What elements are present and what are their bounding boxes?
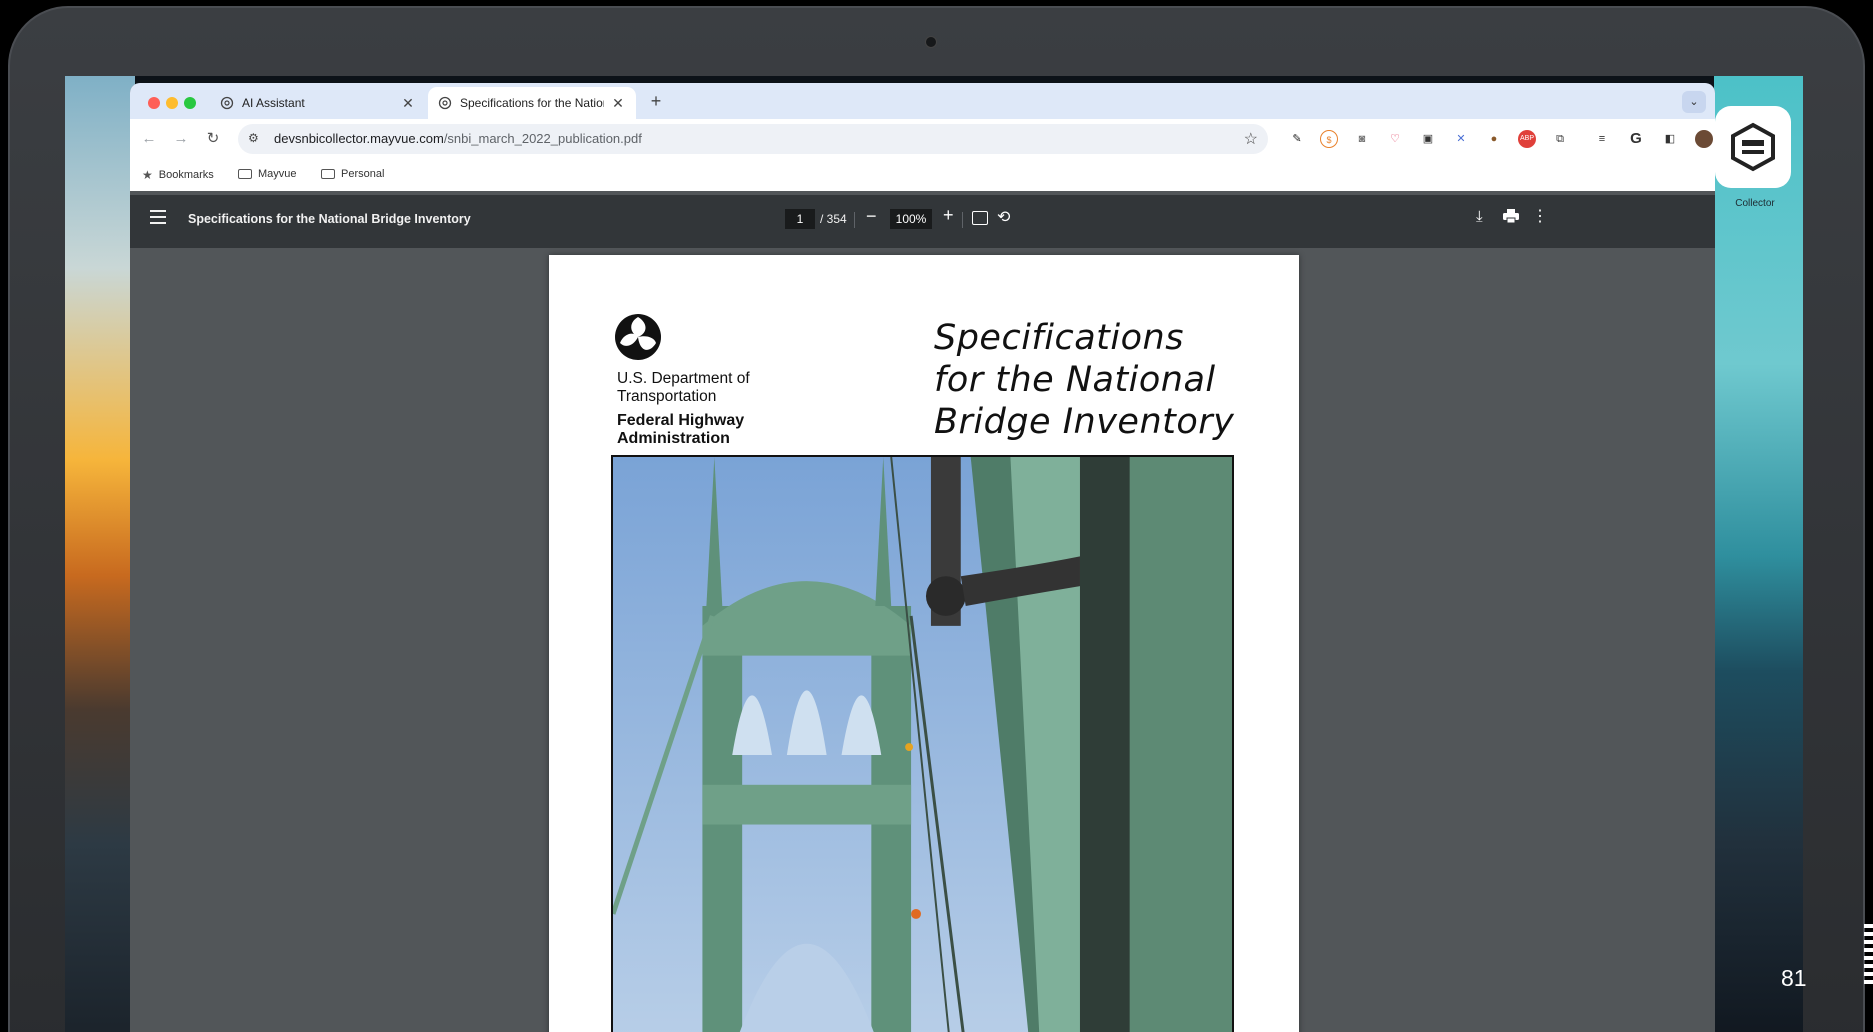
title-line: Bridge Inventory (934, 402, 1235, 442)
bookmarks-bar: ★ Bookmarks Mayvue Personal (130, 159, 1715, 191)
edge-stripe-mark (1864, 924, 1873, 986)
reload-icon[interactable]: ↻ (202, 128, 224, 150)
bookmark-label: Personal (341, 168, 385, 180)
url-text[interactable]: devsnbicollector.mayvue.com/snbi_march_2… (274, 131, 642, 146)
zoom-level-input[interactable]: 100% (890, 209, 932, 229)
minimize-window-button[interactable] (166, 97, 178, 109)
bookmark-star-icon[interactable]: ☆ (1244, 129, 1258, 149)
toolbar-divider (962, 212, 963, 228)
wallpaper-right (1714, 76, 1803, 1032)
zoom-in-icon[interactable]: + (943, 205, 954, 226)
fit-to-page-icon[interactable] (972, 211, 988, 225)
download-icon[interactable]: ⤓ (1476, 208, 1483, 225)
url-host: devsnbicollector.mayvue.com (274, 131, 444, 146)
close-window-button[interactable] (148, 97, 160, 109)
picture-in-picture-icon[interactable]: ▣ (1419, 130, 1437, 148)
url-path: /snbi_march_2022_publication.pdf (443, 131, 642, 146)
back-arrow-icon[interactable]: ← (138, 128, 160, 150)
close-tab-icon[interactable]: ✕ (400, 95, 416, 112)
address-bar[interactable]: ⚙ devsnbicollector.mayvue.com/snbi_march… (238, 124, 1268, 154)
bookmark-folder-personal[interactable]: Personal (321, 168, 384, 180)
rotate-icon[interactable]: ⟲ (997, 207, 1010, 227)
bookmark-label: Mayvue (258, 168, 297, 180)
pocket-icon[interactable]: ♡ (1386, 130, 1404, 148)
title-line: for the National (934, 360, 1216, 400)
dot-tri-star-logo-icon (615, 314, 661, 360)
pdf-page: U.S. Department of Transportation Federa… (549, 255, 1299, 1032)
extensions-puzzle-icon[interactable]: ⧉ (1551, 130, 1569, 148)
orange-extension-icon[interactable]: $ (1320, 130, 1338, 148)
tab-label: AI Assistant (242, 96, 305, 110)
page-number-input[interactable]: 1 (785, 209, 815, 229)
pen-extension-icon[interactable]: ✎ (1288, 130, 1306, 148)
more-options-icon[interactable]: ⋮ (1532, 206, 1548, 226)
collector-logo-icon (1731, 122, 1775, 172)
tab-specifications[interactable]: Specifications for the National Bridge I… (428, 87, 636, 119)
side-panel-icon[interactable]: ◧ (1661, 130, 1679, 148)
tab-search-chevron-icon[interactable]: ⌄ (1682, 91, 1706, 113)
slide-number: 81 (1781, 965, 1807, 991)
browser-window: AI Assistant ✕ Specifications for the Na… (130, 83, 1715, 1032)
star-icon: ★ (142, 168, 153, 182)
bridge-illustration (613, 457, 1232, 1032)
cookie-icon[interactable]: ● (1485, 130, 1503, 148)
bookmarks-item[interactable]: ★ Bookmarks (142, 168, 214, 182)
profile-avatar[interactable] (1695, 130, 1713, 148)
zoom-out-icon[interactable]: − (866, 206, 877, 227)
print-icon[interactable] (1503, 209, 1519, 223)
close-tab-icon[interactable]: ✕ (610, 95, 626, 112)
bookmark-label: Bookmarks (158, 169, 214, 181)
maximize-window-button[interactable] (184, 97, 196, 109)
hamburger-menu-icon[interactable] (150, 210, 166, 224)
page-total: / 354 (820, 212, 847, 226)
new-tab-button[interactable]: + (646, 91, 666, 112)
title-line: Specifications (934, 318, 1184, 358)
agency-name: Federal Highway Administration (617, 412, 745, 447)
toolbar-divider (854, 212, 855, 228)
camera-dot (925, 36, 937, 48)
google-icon[interactable]: G (1627, 130, 1645, 148)
pdf-title: Specifications for the National Bridge I… (188, 212, 471, 226)
openai-icon (438, 96, 452, 110)
bookmark-folder-mayvue[interactable]: Mayvue (238, 168, 297, 180)
folder-icon (321, 169, 335, 179)
wallpaper-left (65, 76, 135, 1032)
x-extension-icon[interactable]: ✕ (1452, 130, 1470, 148)
tab-label: Specifications for the National Bridge I… (460, 96, 604, 110)
camera-extension-icon[interactable]: ◙ (1353, 130, 1371, 148)
site-settings-icon[interactable]: ⚙ (248, 131, 259, 145)
folder-icon (238, 169, 252, 179)
adblock-icon[interactable]: ABP (1518, 130, 1536, 148)
browser-toolbar: ← → ↻ ⚙ devsnbicollector.mayvue.com/snbi… (130, 119, 1715, 159)
collector-app-label: Collector (1735, 198, 1775, 209)
pdf-toolbar: Specifications for the National Bridge I… (130, 195, 1715, 248)
document-title: Specifications for the National Bridge I… (934, 317, 1274, 443)
collector-app-icon[interactable] (1715, 106, 1791, 188)
tab-strip: AI Assistant ✕ Specifications for the Na… (130, 83, 1715, 119)
openai-icon (220, 96, 234, 110)
department-name: U.S. Department of Transportation (617, 370, 750, 405)
forward-arrow-icon[interactable]: → (170, 128, 192, 150)
tab-ai-assistant[interactable]: AI Assistant ✕ (210, 87, 426, 119)
bridge-cover-photo (611, 455, 1234, 1032)
reading-list-icon[interactable]: ≡ (1593, 130, 1611, 148)
